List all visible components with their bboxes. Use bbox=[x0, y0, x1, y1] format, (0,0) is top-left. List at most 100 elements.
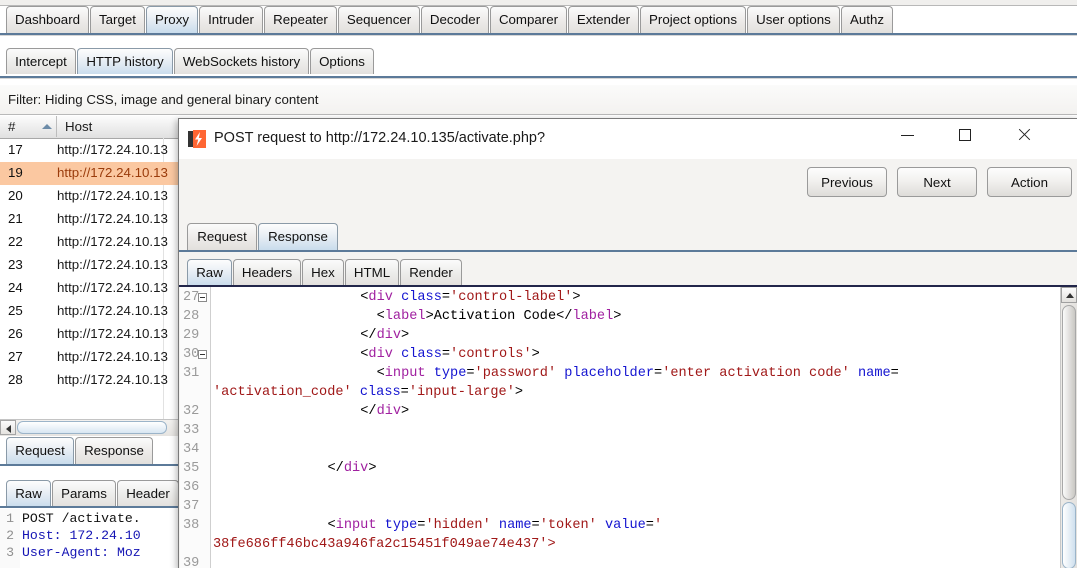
message-tab-response[interactable]: Response bbox=[75, 437, 153, 464]
code-token: class bbox=[359, 385, 401, 400]
request-line-text: Host: 172.24.10 bbox=[22, 528, 141, 543]
dialog-view-tab-raw[interactable]: Raw bbox=[187, 259, 232, 285]
code-token: placeholder bbox=[564, 366, 655, 381]
scroll-up-icon[interactable] bbox=[1061, 287, 1077, 303]
vscroll-thumb-lower[interactable] bbox=[1062, 502, 1076, 568]
code-token: input bbox=[335, 518, 377, 533]
tab-sequencer[interactable]: Sequencer bbox=[338, 6, 420, 33]
code-token: div bbox=[343, 461, 369, 476]
burp-logo-icon bbox=[188, 130, 206, 148]
code-token: class bbox=[401, 347, 442, 362]
tab-intruder[interactable]: Intruder bbox=[199, 6, 263, 33]
message-view-tab-params[interactable]: Params bbox=[52, 480, 116, 506]
fold-toggle-icon[interactable] bbox=[198, 293, 207, 302]
code-token: > bbox=[531, 347, 540, 362]
tab-label: HTML bbox=[353, 264, 391, 280]
tab-label: Dashboard bbox=[14, 12, 81, 28]
dialog-view-tab-headers[interactable]: Headers bbox=[233, 259, 301, 285]
subtab-websockets-history[interactable]: WebSockets history bbox=[174, 48, 309, 74]
row-host: http://172.24.10.13 bbox=[57, 142, 168, 157]
dialog-title-bar[interactable]: POST request to http://172.24.10.135/act… bbox=[179, 119, 1077, 159]
tab-authz[interactable]: Authz bbox=[841, 6, 893, 33]
tab-label: Raw bbox=[15, 485, 42, 501]
column-header-number[interactable]: # bbox=[0, 116, 57, 137]
row-number: 21 bbox=[8, 211, 23, 226]
tab-label: Target bbox=[99, 12, 136, 28]
dialog-message-tab-bar: Request Response bbox=[179, 223, 1077, 253]
tab-label: Raw bbox=[196, 264, 223, 280]
previous-button[interactable]: Previous bbox=[807, 167, 887, 197]
tab-project-options[interactable]: Project options bbox=[640, 6, 746, 33]
tab-decoder[interactable]: Decoder bbox=[421, 6, 489, 33]
tab-extender[interactable]: Extender bbox=[568, 6, 639, 33]
tab-label: User options bbox=[756, 12, 831, 28]
code-token: > bbox=[572, 290, 581, 305]
dialog-view-tab-render[interactable]: Render bbox=[400, 259, 462, 285]
maximize-button[interactable] bbox=[942, 119, 988, 151]
subtab-options[interactable]: Options bbox=[310, 48, 374, 74]
tab-comparer[interactable]: Comparer bbox=[490, 6, 567, 33]
message-view-tab-raw[interactable]: Raw bbox=[6, 480, 51, 506]
subtab-http-history[interactable]: HTTP history bbox=[77, 48, 173, 74]
dialog-view-tab-hex[interactable]: Hex bbox=[302, 259, 344, 285]
code-token: 'input-large' bbox=[408, 385, 515, 400]
code-token: 'hidden' bbox=[425, 518, 491, 533]
message-tab-request[interactable]: Request bbox=[6, 437, 74, 464]
code-token: < bbox=[376, 309, 385, 324]
minimize-button[interactable] bbox=[884, 119, 930, 151]
code-token: > bbox=[425, 309, 434, 324]
code-vertical-scrollbar[interactable] bbox=[1060, 287, 1077, 568]
code-token: type bbox=[384, 518, 418, 533]
maximize-icon bbox=[959, 129, 971, 141]
code-token: </ bbox=[360, 328, 377, 343]
dialog-tab-response[interactable]: Response bbox=[258, 223, 338, 250]
tab-label: HTTP history bbox=[86, 53, 164, 69]
code-line-text: <div class='controls'> bbox=[360, 345, 540, 364]
tab-label: Response bbox=[84, 443, 144, 459]
code-line-text: <input type='hidden' name='token' value=… bbox=[328, 516, 663, 535]
tab-target[interactable]: Target bbox=[90, 6, 145, 33]
code-token: type bbox=[433, 366, 467, 381]
dialog-tab-request[interactable]: Request bbox=[187, 223, 257, 250]
tab-dashboard[interactable]: Dashboard bbox=[6, 6, 89, 33]
action-button[interactable]: Action bbox=[987, 167, 1072, 197]
vscroll-thumb[interactable] bbox=[1062, 305, 1076, 500]
tab-proxy[interactable]: Proxy bbox=[146, 6, 198, 33]
fold-toggle-icon[interactable] bbox=[198, 350, 207, 359]
row-host: http://172.24.10.13 bbox=[57, 165, 168, 180]
code-line-text: <label>Activation Code</label> bbox=[377, 307, 622, 326]
code-line-text: <input type='password' placeholder='ente… bbox=[377, 364, 899, 383]
tab-label: Proxy bbox=[155, 12, 189, 28]
tab-label: Request bbox=[15, 443, 65, 459]
code-token: = bbox=[531, 518, 540, 533]
request-line-text: User-Agent: Moz bbox=[22, 545, 141, 560]
next-button[interactable]: Next bbox=[897, 167, 977, 197]
row-host: http://172.24.10.13 bbox=[57, 234, 168, 249]
response-code-viewer[interactable]: 27 <div class='control-label'> 28 <label>Ac… bbox=[180, 287, 1060, 568]
code-token: = bbox=[400, 385, 409, 400]
row-number: 23 bbox=[8, 257, 23, 272]
code-line-number: 36 bbox=[183, 480, 200, 495]
message-view-tab-header[interactable]: Header bbox=[117, 480, 179, 506]
filter-bar[interactable]: Filter: Hiding CSS, image and general bi… bbox=[0, 85, 1077, 115]
row-host: http://172.24.10.13 bbox=[57, 280, 168, 295]
row-host: http://172.24.10.13 bbox=[57, 211, 168, 226]
subtab-intercept[interactable]: Intercept bbox=[6, 48, 76, 74]
tab-user-options[interactable]: User options bbox=[747, 6, 840, 33]
close-button[interactable] bbox=[1001, 119, 1047, 151]
code-token: 'enter activation code' bbox=[662, 366, 850, 381]
row-number: 27 bbox=[8, 349, 23, 364]
hscroll-thumb[interactable] bbox=[17, 421, 167, 434]
dialog-title: POST request to http://172.24.10.135/act… bbox=[214, 130, 546, 146]
dialog-view-tab-html[interactable]: HTML bbox=[345, 259, 399, 285]
scroll-left-icon[interactable] bbox=[0, 420, 16, 435]
tab-repeater[interactable]: Repeater bbox=[264, 6, 337, 33]
row-number: 25 bbox=[8, 303, 23, 318]
code-token: value bbox=[605, 518, 646, 533]
